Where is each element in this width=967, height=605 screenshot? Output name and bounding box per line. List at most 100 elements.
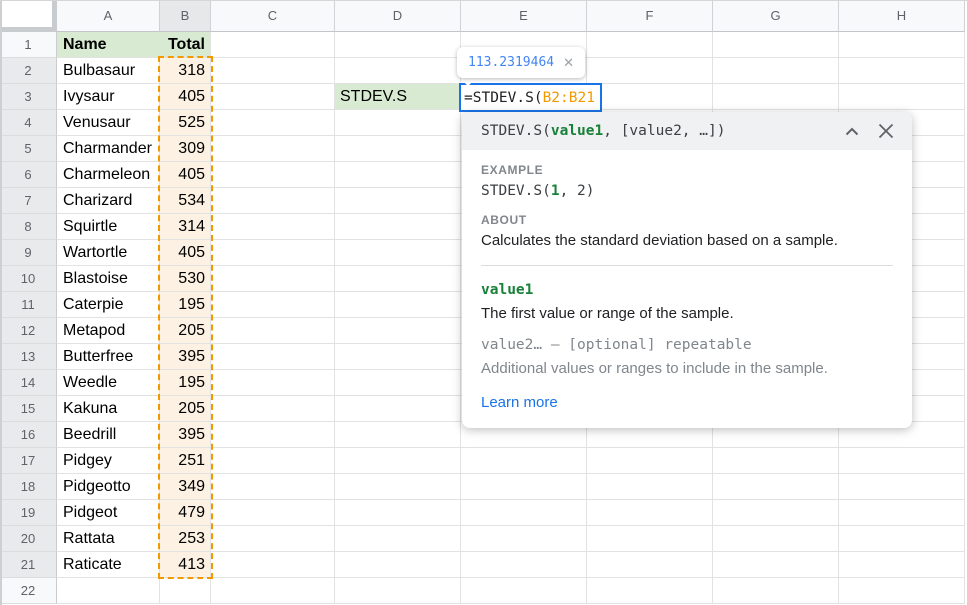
cell-C11[interactable] [211, 292, 335, 318]
row-header-1[interactable]: 1 [0, 32, 57, 58]
row-header-16[interactable]: 16 [0, 422, 57, 448]
row-header-17[interactable]: 17 [0, 448, 57, 474]
cell-F17[interactable] [587, 448, 713, 474]
cell-D13[interactable] [335, 344, 461, 370]
cell-A5[interactable]: Charmander [57, 136, 160, 162]
cell-D18[interactable] [335, 474, 461, 500]
cell-E20[interactable] [461, 526, 587, 552]
cell-A13[interactable]: Butterfree [57, 344, 160, 370]
cell-A21[interactable]: Raticate [57, 552, 160, 578]
cell-D6[interactable] [335, 162, 461, 188]
cell-C4[interactable] [211, 110, 335, 136]
collapse-chevron-icon[interactable] [842, 121, 862, 141]
column-header-D[interactable]: D [335, 0, 461, 32]
cell-C6[interactable] [211, 162, 335, 188]
cell-A2[interactable]: Bulbasaur [57, 58, 160, 84]
cell-C15[interactable] [211, 396, 335, 422]
cell-G19[interactable] [713, 500, 839, 526]
cell-D22[interactable] [335, 578, 461, 604]
cell-D10[interactable] [335, 266, 461, 292]
cell-B8[interactable]: 314 [160, 214, 211, 240]
preview-close-icon[interactable]: ✕ [563, 56, 574, 69]
cell-D1[interactable] [335, 32, 461, 58]
cell-F19[interactable] [587, 500, 713, 526]
cell-H2[interactable] [839, 58, 965, 84]
cell-A4[interactable]: Venusaur [57, 110, 160, 136]
cell-D5[interactable] [335, 136, 461, 162]
cell-A22[interactable] [57, 578, 160, 604]
row-header-12[interactable]: 12 [0, 318, 57, 344]
cell-A11[interactable]: Caterpie [57, 292, 160, 318]
cell-B7[interactable]: 534 [160, 188, 211, 214]
cell-B6[interactable]: 405 [160, 162, 211, 188]
cell-C13[interactable] [211, 344, 335, 370]
cell-D14[interactable] [335, 370, 461, 396]
cell-D8[interactable] [335, 214, 461, 240]
cell-D11[interactable] [335, 292, 461, 318]
cell-G2[interactable] [713, 58, 839, 84]
cell-D20[interactable] [335, 526, 461, 552]
cell-A3[interactable]: Ivysaur [57, 84, 160, 110]
cell-D21[interactable] [335, 552, 461, 578]
row-header-13[interactable]: 13 [0, 344, 57, 370]
cell-H19[interactable] [839, 500, 965, 526]
cell-B4[interactable]: 525 [160, 110, 211, 136]
cell-B20[interactable]: 253 [160, 526, 211, 552]
cell-H18[interactable] [839, 474, 965, 500]
cell-F2[interactable] [587, 58, 713, 84]
cell-B18[interactable]: 349 [160, 474, 211, 500]
cell-A17[interactable]: Pidgey [57, 448, 160, 474]
column-header-E[interactable]: E [461, 0, 587, 32]
row-header-8[interactable]: 8 [0, 214, 57, 240]
cell-E22[interactable] [461, 578, 587, 604]
row-header-9[interactable]: 9 [0, 240, 57, 266]
cell-F22[interactable] [587, 578, 713, 604]
cell-A20[interactable]: Rattata [57, 526, 160, 552]
row-header-20[interactable]: 20 [0, 526, 57, 552]
row-header-5[interactable]: 5 [0, 136, 57, 162]
cell-D15[interactable] [335, 396, 461, 422]
cell-F3[interactable] [587, 84, 713, 110]
column-header-H[interactable]: H [839, 0, 965, 32]
cell-C20[interactable] [211, 526, 335, 552]
cell-B19[interactable]: 479 [160, 500, 211, 526]
cell-B17[interactable]: 251 [160, 448, 211, 474]
cell-G3[interactable] [713, 84, 839, 110]
cell-A12[interactable]: Metapod [57, 318, 160, 344]
cell-C7[interactable] [211, 188, 335, 214]
cell-F18[interactable] [587, 474, 713, 500]
cell-B13[interactable]: 395 [160, 344, 211, 370]
cell-A16[interactable]: Beedrill [57, 422, 160, 448]
row-header-14[interactable]: 14 [0, 370, 57, 396]
cell-A15[interactable]: Kakuna [57, 396, 160, 422]
cell-H22[interactable] [839, 578, 965, 604]
cell-G21[interactable] [713, 552, 839, 578]
cell-D9[interactable] [335, 240, 461, 266]
cell-H21[interactable] [839, 552, 965, 578]
cell-B21[interactable]: 413 [160, 552, 211, 578]
cell-C2[interactable] [211, 58, 335, 84]
cell-C10[interactable] [211, 266, 335, 292]
cell-C18[interactable] [211, 474, 335, 500]
cell-D12[interactable] [335, 318, 461, 344]
cell-B12[interactable]: 205 [160, 318, 211, 344]
row-header-18[interactable]: 18 [0, 474, 57, 500]
cell-G22[interactable] [713, 578, 839, 604]
cell-A7[interactable]: Charizard [57, 188, 160, 214]
cell-G20[interactable] [713, 526, 839, 552]
column-header-A[interactable]: A [57, 0, 160, 32]
cell-D16[interactable] [335, 422, 461, 448]
cell-B11[interactable]: 195 [160, 292, 211, 318]
cell-A18[interactable]: Pidgeotto [57, 474, 160, 500]
cell-D7[interactable] [335, 188, 461, 214]
cell-A6[interactable]: Charmeleon [57, 162, 160, 188]
cell-E21[interactable] [461, 552, 587, 578]
cell-E18[interactable] [461, 474, 587, 500]
cell-B16[interactable]: 395 [160, 422, 211, 448]
row-header-2[interactable]: 2 [0, 58, 57, 84]
cell-G1[interactable] [713, 32, 839, 58]
cell-C5[interactable] [211, 136, 335, 162]
cell-C14[interactable] [211, 370, 335, 396]
cell-D3[interactable]: STDEV.S [335, 84, 461, 110]
cell-C16[interactable] [211, 422, 335, 448]
